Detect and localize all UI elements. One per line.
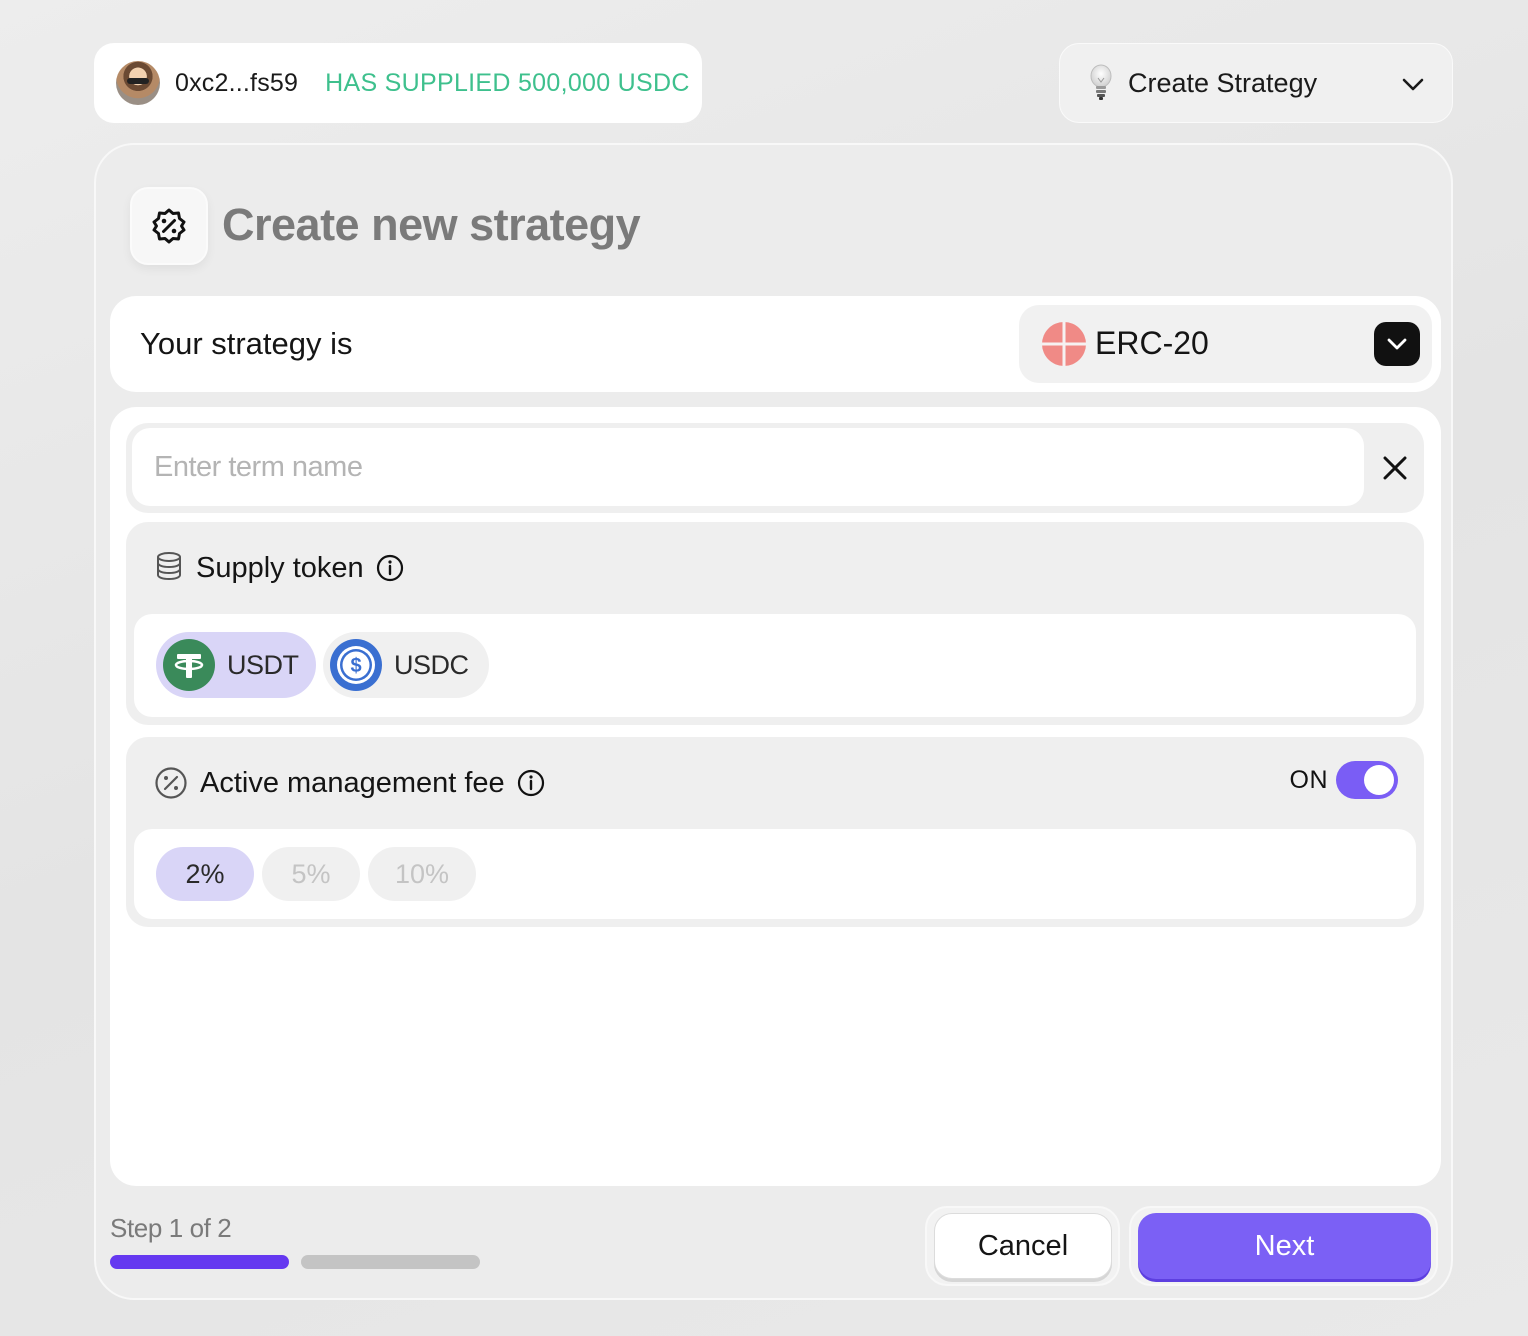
percent-badge-icon [152,208,186,244]
strategy-type-label: Your strategy is [140,326,353,361]
supply-token-title: Supply token [196,551,364,584]
next-button[interactable]: Next [1138,1213,1431,1279]
usdc-icon: $ [330,639,382,691]
toggle-knob [1364,765,1394,795]
cancel-button[interactable]: Cancel [934,1213,1112,1279]
progress-step-1 [110,1255,289,1269]
cancel-button-frame: Cancel [925,1206,1120,1286]
close-icon[interactable] [1380,453,1410,483]
create-strategy-label: Create Strategy [1128,67,1318,98]
wallet-summary: 0xc2...fs59 HAS SUPPLIED 500,000 USDC [94,43,702,123]
next-button-frame: Next [1129,1206,1438,1286]
strategy-type-row: Your strategy is ERC-20 [110,296,1441,392]
strategy-form: Supply token USDT [110,407,1441,1186]
term-name-field [126,423,1424,513]
create-strategy-panel: Create new strategy Your strategy is ERC… [94,143,1453,1300]
standard-dropdown-toggle[interactable] [1374,322,1420,366]
percent-circle-icon [155,767,187,799]
step-indicator: Step 1 of 2 [110,1213,232,1243]
fee-option-2[interactable]: 2% [156,847,254,901]
token-option-usdt[interactable]: USDT [156,632,316,698]
page-title: Create new strategy [222,199,641,250]
supply-token-section: Supply token USDT $ USDC [126,522,1424,725]
fee-option-5[interactable]: 5% [262,847,360,901]
fee-toggle-group: ON [1289,761,1398,799]
management-fee-section: Active management fee ON 2% 5% 10% [126,737,1424,927]
tether-icon [163,639,215,691]
erc20-icon [1042,322,1086,366]
management-fee-title: Active management fee [200,766,505,799]
wallet-address: 0xc2...fs59 [175,68,299,97]
coins-stack-icon [157,552,181,581]
progress-step-2 [301,1255,480,1269]
fee-options: 2% 5% 10% [134,829,1416,919]
strategy-badge-box [130,187,208,265]
fee-toggle-switch[interactable] [1336,761,1398,799]
svg-text:$: $ [350,655,361,677]
lightbulb-icon [1090,64,1112,100]
info-icon[interactable] [376,554,404,582]
chevron-down-icon [1387,338,1407,350]
supplied-amount: HAS SUPPLIED 500,000 USDC [325,68,690,97]
token-option-usdc[interactable]: $ USDC [323,632,489,698]
token-standard-select[interactable]: ERC-20 [1019,305,1432,383]
info-icon[interactable] [517,769,545,797]
token-label: USDT [227,649,299,680]
fee-option-10[interactable]: 10% [368,847,476,901]
fee-toggle-label: ON [1289,765,1328,794]
token-label: USDC [394,649,469,680]
avatar[interactable] [116,61,160,105]
chevron-down-icon [1402,78,1424,91]
create-strategy-dropdown[interactable]: Create Strategy [1059,43,1453,123]
token-standard-value: ERC-20 [1095,325,1209,361]
supply-token-options: USDT $ USDC [134,614,1416,717]
term-name-input[interactable] [132,428,1364,506]
